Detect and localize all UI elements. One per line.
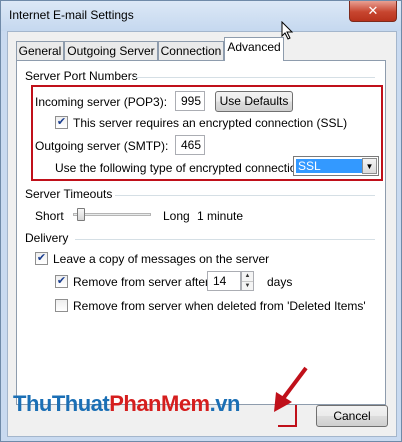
incoming-server-label: Incoming server (POP3): [35, 95, 168, 109]
cancel-button[interactable]: Cancel [316, 405, 388, 427]
tab-advanced[interactable]: Advanced [224, 37, 284, 61]
divider [75, 239, 375, 240]
tab-connection[interactable]: Connection [158, 41, 224, 60]
close-button[interactable]: ✕ [349, 1, 397, 22]
days-stepper[interactable]: ▲ ▼ [241, 271, 254, 291]
tab-label: General [18, 44, 62, 58]
timeout-short-label: Short [35, 209, 64, 223]
chevron-down-icon[interactable]: ▼ [242, 282, 253, 291]
group-label-server-ports: Server Port Numbers [25, 69, 138, 83]
tab-label: Advanced [227, 40, 281, 54]
outgoing-port-input[interactable]: 465 [175, 135, 205, 155]
chevron-down-icon[interactable]: ▼ [362, 158, 377, 174]
window-title: Internet E-mail Settings [9, 8, 134, 22]
watermark-part: ThuThuat [13, 391, 110, 416]
dialog-window: Internet E-mail Settings ✕ General Outgo… [0, 0, 402, 442]
use-defaults-button[interactable]: Use Defaults [215, 91, 293, 112]
encryption-type-label: Use the following type of encrypted conn… [55, 161, 307, 175]
ssl-required-label: This server requires an encrypted connec… [73, 116, 348, 130]
leave-copy-label: Leave a copy of messages on the server [53, 252, 270, 266]
outgoing-server-label: Outgoing server (SMTP): [35, 139, 169, 153]
incoming-port-input[interactable]: 995 [175, 91, 205, 111]
remove-after-label: Remove from server after [73, 275, 210, 289]
remove-after-checkbox[interactable]: ✔ [55, 275, 68, 288]
timeout-value: 1 minute [197, 209, 244, 223]
tab-label: Outgoing Server [67, 44, 155, 58]
chevron-up-icon[interactable]: ▲ [242, 272, 253, 282]
divider [135, 77, 375, 78]
group-label-delivery: Delivery [25, 231, 69, 245]
encryption-type-select[interactable]: SSL ▼ [293, 156, 379, 176]
watermark-part: PhanMem [109, 391, 210, 416]
timeout-slider-thumb[interactable] [77, 208, 85, 221]
advanced-panel: Server Port Numbers Incoming server (POP… [16, 60, 386, 405]
dialog-client-area: General Outgoing Server Connection Advan… [7, 31, 397, 437]
tab-outgoing-server[interactable]: Outgoing Server [64, 41, 158, 60]
watermark-part: .vn [209, 391, 241, 416]
leave-copy-checkbox[interactable]: ✔ [35, 252, 48, 265]
remove-after-days-input[interactable]: 14 [207, 271, 241, 291]
title-bar[interactable]: Internet E-mail Settings [1, 1, 401, 31]
divider [115, 195, 375, 196]
tab-label: Connection [160, 44, 222, 58]
timeout-long-label: Long [163, 209, 190, 223]
remove-deleted-checkbox[interactable] [55, 299, 68, 312]
group-label-server-timeouts: Server Timeouts [25, 187, 113, 201]
days-label: days [267, 275, 293, 289]
watermark-logo: ThuThuatPhanMem.vn [13, 391, 240, 417]
remove-deleted-label: Remove from server when deleted from 'De… [73, 299, 366, 313]
ssl-required-checkbox[interactable]: ✔ [55, 116, 68, 129]
tab-general[interactable]: General [16, 41, 64, 60]
encryption-type-value: SSL [296, 159, 362, 173]
